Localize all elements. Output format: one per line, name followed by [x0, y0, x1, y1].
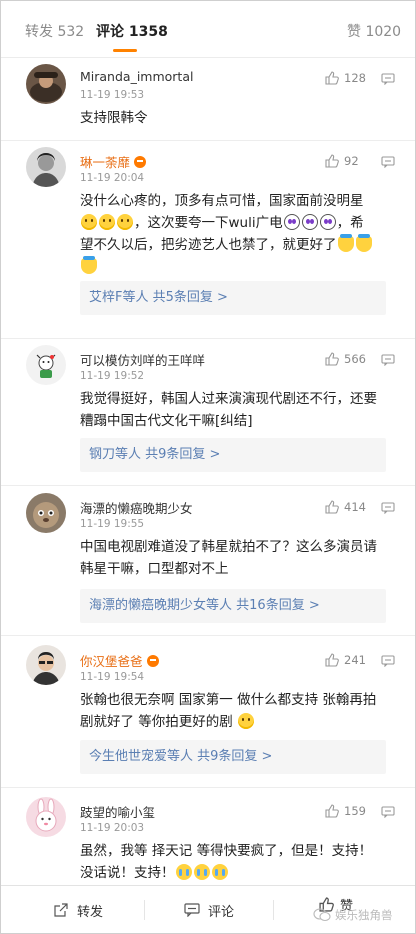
comment-reply-icon[interactable] — [381, 354, 395, 366]
reply-count-link[interactable]: 共16条回复 > — [236, 598, 320, 613]
crying-emoji-icon — [175, 864, 192, 880]
replies-summary[interactable]: 艾梓F等人 共5条回复 > — [80, 281, 386, 315]
active-tab-indicator — [113, 49, 137, 52]
divider — [1, 787, 415, 788]
comment-reply-icon[interactable] — [381, 806, 395, 818]
avatar[interactable] — [26, 345, 66, 385]
comment-time: 11-19 19:55 — [80, 518, 145, 530]
like-count: 128 — [344, 71, 366, 85]
smile-emoji-icon — [81, 214, 97, 230]
bear-emoji-icon — [81, 256, 97, 274]
smile-emoji-icon — [99, 214, 115, 230]
reply-count-link[interactable]: 共9条回复 > — [197, 749, 272, 764]
thumbs-up-icon — [325, 154, 339, 168]
tab-bar: 转发 532 评论 1358 赞 1020 — [1, 1, 415, 58]
smile-emoji-icon — [117, 214, 133, 230]
comment-text: 虽然，我等 择天记 等得快要疯了，但是！支持！ 没话说！支持！ — [80, 843, 373, 881]
thumbs-up-icon — [325, 653, 339, 667]
thumbs-up-icon — [325, 500, 339, 514]
share-icon — [54, 903, 68, 917]
reply-count-link[interactable]: 共5条回复 > — [153, 290, 228, 305]
comment-time: 11-19 20:04 — [80, 172, 145, 184]
comment-reply-icon[interactable] — [381, 502, 395, 514]
like-count: 159 — [344, 804, 366, 818]
comment-icon — [184, 903, 200, 917]
like-button[interactable]: 128 — [325, 71, 366, 85]
reply-users: 海漂的懒癌晚期少女等人 — [89, 598, 233, 613]
thumbs-up-icon — [325, 352, 339, 366]
crying-emoji-icon — [193, 864, 210, 880]
thumbs-up-icon — [325, 71, 339, 85]
crying-emoji-icon — [211, 864, 228, 880]
weibo-comments-screen: 转发 532 评论 1358 赞 1020 Miranda_immortal 1… — [0, 0, 416, 934]
comment-text: 支持限韩令 — [80, 110, 148, 126]
replies-summary[interactable]: 钢刀等人 共9条回复 > — [80, 438, 386, 472]
reply-users: 今生他世宠爱等人 — [89, 749, 194, 764]
comment-reply-icon[interactable] — [381, 73, 395, 85]
tab-comments[interactable]: 评论 1358 — [96, 21, 168, 41]
comment-reply-icon[interactable] — [381, 655, 395, 667]
divider — [1, 338, 415, 339]
like-button[interactable]: 241 — [325, 653, 366, 667]
comment-time: 11-19 19:53 — [80, 89, 145, 101]
panda-emoji-icon — [319, 214, 336, 230]
avatar[interactable] — [26, 645, 66, 685]
avatar[interactable] — [26, 64, 66, 104]
username[interactable]: 跂望的喻小玺 — [80, 802, 155, 821]
replies-summary[interactable]: 今生他世宠爱等人 共9条回复 > — [80, 740, 386, 774]
comment-text: 张翰也很无奈啊 国家第一 做什么都支持 张翰再拍 剧就好了 等你拍更好的剧 — [80, 692, 377, 730]
avatar[interactable] — [26, 797, 66, 837]
repost-label: 转发 — [77, 904, 104, 920]
username[interactable]: 海漂的懒癌晚期少女 — [80, 498, 193, 517]
bear-emoji-icon — [355, 234, 372, 252]
replies-summary[interactable]: 海漂的懒癌晚期少女等人 共16条回复 > — [80, 589, 386, 623]
like-count: 566 — [344, 352, 366, 366]
username[interactable]: 琳一荼靡 — [80, 152, 147, 171]
divider — [273, 900, 274, 920]
comment-reply-icon[interactable] — [381, 156, 395, 168]
like-button[interactable]: 566 — [325, 352, 366, 366]
comment-button[interactable]: 评论 — [184, 886, 235, 933]
like-count: 92 — [344, 154, 359, 168]
vip-badge-icon — [134, 156, 147, 168]
comment-time: 11-19 20:03 — [80, 822, 145, 834]
avatar[interactable] — [26, 493, 66, 533]
like-button[interactable]: 159 — [325, 804, 366, 818]
reply-users: 钢刀等人 — [89, 447, 142, 462]
watermark: 娱乐独角兽 — [313, 907, 393, 923]
avatar[interactable] — [26, 147, 66, 187]
comment-time: 11-19 19:54 — [80, 671, 145, 683]
comment-text: 中国电视剧难道没了韩星就拍不了？这么多演员请 韩星干嘛，口型都对不上 — [80, 539, 377, 577]
panda-emoji-icon — [283, 214, 300, 230]
vip-badge-icon — [146, 655, 159, 667]
wechat-logo-icon — [313, 908, 331, 922]
reply-count-link[interactable]: 共9条回复 > — [145, 447, 220, 462]
like-count: 241 — [344, 653, 366, 667]
comment-time: 11-19 19:52 — [80, 370, 145, 382]
like-count: 414 — [344, 500, 366, 514]
comment-text: 我觉得挺好，韩国人过来演演现代剧还不行，还要 糟蹋中国古代文化干嘛[纠结] — [80, 391, 377, 429]
username[interactable]: 可以模仿刘咩的王咩咩 — [80, 350, 205, 369]
thumbs-up-icon — [325, 804, 339, 818]
bear-emoji-icon — [337, 234, 354, 252]
divider — [1, 635, 415, 636]
comment-text: 没什么心疼的，顶多有点可惜，国家面前没明星 ，这次要夸一下wuli广电 ，希 望不… — [80, 190, 386, 278]
repost-button[interactable]: 转发 — [53, 886, 104, 933]
divider — [144, 900, 145, 920]
smile-emoji-icon — [238, 713, 255, 729]
divider — [1, 485, 415, 486]
username[interactable]: Miranda_immortal — [80, 69, 193, 84]
username[interactable]: 你汉堡爸爸 — [80, 651, 159, 670]
divider — [1, 140, 415, 141]
panda-emoji-icon — [301, 214, 318, 230]
watermark-text: 娱乐独角兽 — [335, 908, 393, 922]
like-button[interactable]: 92 — [325, 154, 359, 168]
tab-repost[interactable]: 转发 532 — [25, 21, 84, 41]
comment-label: 评论 — [208, 904, 235, 920]
tab-likes[interactable]: 赞 1020 — [347, 21, 401, 41]
reply-users: 艾梓F等人 — [89, 290, 149, 305]
like-button[interactable]: 414 — [325, 500, 366, 514]
